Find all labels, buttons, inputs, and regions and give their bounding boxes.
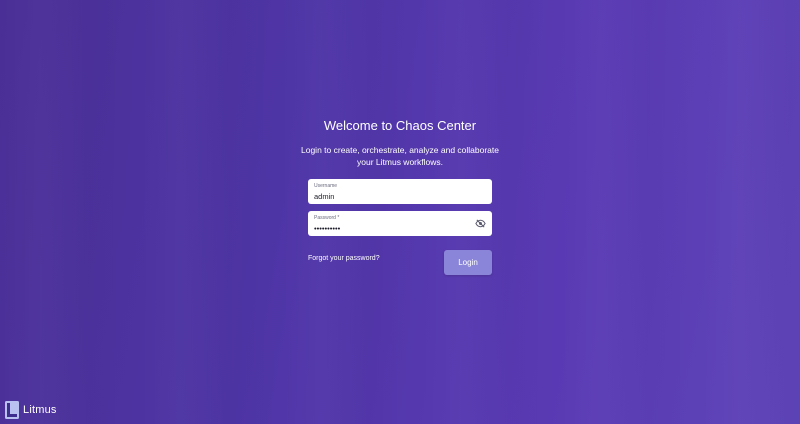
login-subtitle: Login to create, orchestrate, analyze an… xyxy=(288,145,512,168)
brand: Litmus xyxy=(5,401,57,419)
subtitle-line-2: your Litmus workflows. xyxy=(357,156,443,167)
litmus-logo-icon xyxy=(5,401,19,419)
forgot-password-link[interactable]: Forgot your password? xyxy=(308,255,380,262)
password-input[interactable]: •••••••••• xyxy=(314,224,464,233)
password-field[interactable]: Password * •••••••••• xyxy=(308,211,492,236)
username-label: Username xyxy=(314,183,338,189)
login-button[interactable]: Login xyxy=(444,250,492,275)
login-panel: Welcome to Chaos Center Login to create,… xyxy=(301,114,499,276)
password-label: Password * xyxy=(314,215,340,221)
page-title: Welcome to Chaos Center xyxy=(323,118,477,133)
brand-name: Litmus xyxy=(23,404,57,416)
login-actions: Forgot your password? Login xyxy=(308,250,492,276)
username-field[interactable]: Username xyxy=(308,179,492,204)
subtitle-line-1: Login to create, orchestrate, analyze an… xyxy=(301,145,499,155)
eye-off-icon[interactable] xyxy=(475,218,486,229)
username-input[interactable] xyxy=(314,192,464,201)
